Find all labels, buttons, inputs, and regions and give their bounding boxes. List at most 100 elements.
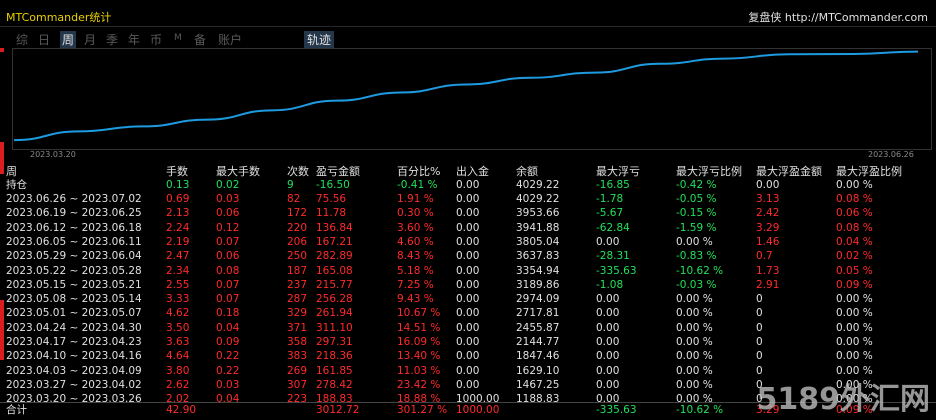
table-row: 2023.06.12 ~ 2023.06.18 2.24 0.12 220 136.84… [0,222,936,235]
table-cell: 206 [287,235,308,248]
table-cell: 10.67 % [397,307,441,320]
table-cell: 9.43 % [397,293,434,306]
tab-quarter[interactable]: 季 [106,31,118,48]
table-cell: 0.00 [456,193,480,205]
table-row: 2023.04.17 ~ 2023.04.23 3.63 0.09 358 297.31… [0,336,936,349]
chart-start-date: 2023.03.20 [30,150,76,159]
table-cell: 220 [287,221,308,234]
table-cell: 16.09 % [397,336,441,348]
table-cell: 311.10 [316,321,353,334]
table-cell: 0.00 [456,364,480,377]
table-cell: 0.09 % [836,278,873,291]
table-cell: 2.91 [756,278,780,291]
table-cell: 0.04 [216,321,240,334]
table-cell: 3805.04 [516,235,560,248]
tab-year[interactable]: 年 [128,31,140,48]
table-cell: 0.04 % [836,235,873,248]
table-cell: 287 [287,293,308,306]
table-cell: 4.62 [166,307,190,320]
table-row: 2023.04.10 ~ 2023.04.16 4.64 0.22 383 218.36… [0,350,936,363]
table-cell: 14.51 % [397,321,441,334]
table-cell: 282.89 [316,250,353,263]
table-cell: 2.19 [166,235,190,248]
tab-summary[interactable]: 综 [16,31,28,48]
tab-month[interactable]: 月 [84,31,96,48]
table-cell: 3941.88 [516,221,560,234]
table-cell: 0.30 % [397,207,434,220]
table-cell: 0.69 [166,193,190,205]
table-cell: 371 [287,321,308,334]
table-cell: 172 [287,207,308,220]
table-cell: 187 [287,264,308,277]
table-cell: 0.00 % [836,293,873,306]
table-cell: 3637.83 [516,250,560,263]
table-cell: 3189.86 [516,278,560,291]
table-cell: 0.00 [456,278,480,291]
table-cell: 0.00 [596,336,620,348]
table-cell: 最大手数 [216,165,260,178]
table-cell: 2.13 [166,207,190,220]
table-cell: 329 [287,307,308,320]
table-cell: 278.42 [316,378,353,391]
table-cell: 2023.05.29 ~ 2023.06.04 [6,250,142,263]
table-cell: 307 [287,378,308,391]
tab-note[interactable]: 备 [194,31,206,48]
table-cell: 2974.09 [516,293,560,306]
table-cell: 0.09 [216,336,240,348]
table-cell: 4029.22 [516,193,560,205]
table-cell: 0 [756,336,763,348]
table-cell: 最大浮盈比例 [836,165,902,178]
table-cell: 8.43 % [397,250,434,263]
table-cell: 0.00 % [836,350,873,363]
table-cell: 0 [756,293,763,306]
table-cell: -5.67 [596,207,624,220]
watermark: 5189外汇网 [756,382,931,417]
table-cell: 0.07 [216,235,240,248]
table-cell: 2023.06.05 ~ 2023.06.11 [6,235,142,248]
table-cell: -0.42 % [676,179,717,191]
tab-track[interactable]: 轨迹 [304,31,335,48]
table-row: 2023.05.01 ~ 2023.05.07 4.62 0.18 329 261.94… [0,307,936,320]
table-cell: 3.29 [756,221,780,234]
table-cell: 165.08 [316,264,353,277]
table-cell: 2023.06.26 ~ 2023.07.02 [6,193,142,205]
tab-currency[interactable]: 币 [150,31,162,48]
table-cell: 0 [756,350,763,363]
table-cell: 2023.05.22 ~ 2023.05.28 [6,264,142,277]
table-cell: 0.00 % [676,336,713,348]
table-cell: 0.00 [456,207,480,220]
table-cell: 42.90 [166,404,197,416]
table-cell: 3354.94 [516,264,560,277]
table-cell: 7.25 % [397,278,434,291]
table-cell: -0.03 % [676,278,717,291]
tab-account[interactable]: 账户 [218,31,242,48]
table-cell: -0.15 % [676,207,717,220]
table-cell: 1.91 % [397,193,434,205]
table-cell: 0.02 [216,179,240,191]
table-cell: 0.06 [216,250,240,263]
table-row: 2023.05.22 ~ 2023.05.28 2.34 0.08 187 165.08… [0,265,936,278]
table-cell: 1000.00 [456,404,500,416]
table-cell: 0.12 [216,221,240,234]
table-cell: 2023.05.01 ~ 2023.05.07 [6,307,142,320]
website-link[interactable]: 复盘侠 http://MTCommander.com [748,9,928,25]
table-cell: 218.36 [316,350,353,363]
tab-m[interactable]: M [174,33,182,43]
table-cell: 0.07 [216,278,240,291]
table-cell: 0.00 % [836,321,873,334]
tab-day[interactable]: 日 [38,31,50,48]
table-cell: 0.00 [596,350,620,363]
table-cell: 0.00 [456,321,480,334]
tab-week[interactable]: 周 [60,31,77,48]
table-cell: 周 [6,165,17,178]
table-cell: 2023.04.24 ~ 2023.04.30 [6,321,142,334]
stats-window: MTCommander统计 复盘侠 http://MTCommander.com… [0,0,936,420]
table-cell: 0.22 [216,364,240,377]
table-cell: 0 [756,321,763,334]
table-cell: 237 [287,278,308,291]
table-cell: 0.00 [596,235,620,248]
table-cell: 0.13 [166,179,190,191]
table-cell: 0.00 [456,264,480,277]
table-cell: 0.00 [456,293,480,306]
table-cell: 4.64 [166,350,190,363]
